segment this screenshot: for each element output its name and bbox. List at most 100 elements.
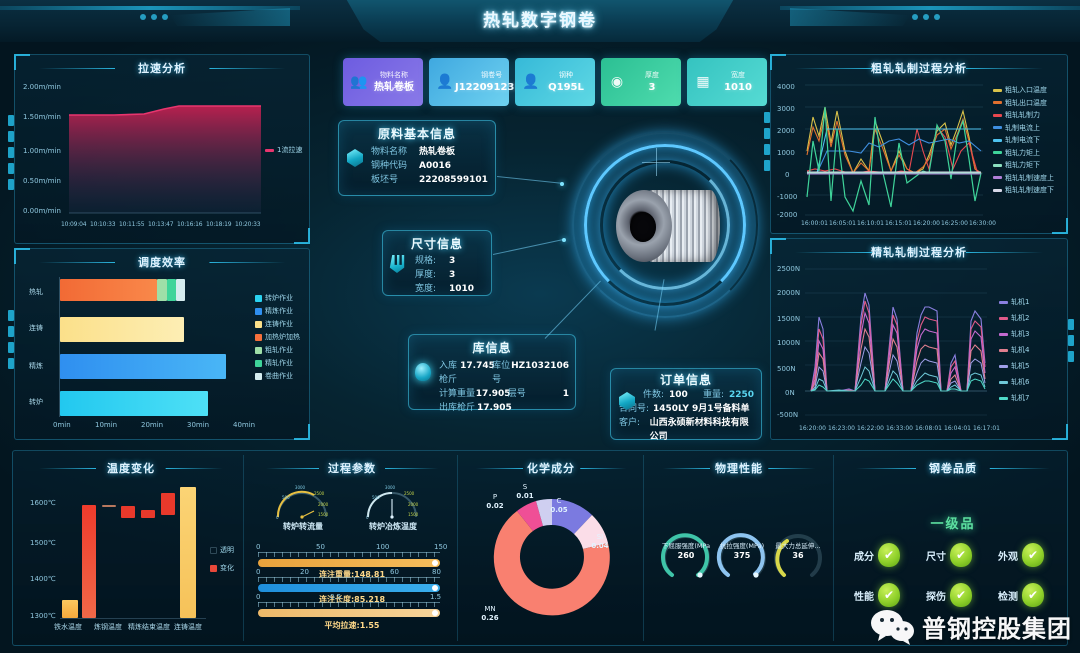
- quality-item-appearance[interactable]: 外观 ✔: [998, 543, 1044, 567]
- legend-item[interactable]: 轧机1: [999, 297, 1029, 307]
- raw-material-title: 原料基本信息: [377, 127, 456, 141]
- bar-segment[interactable]: [60, 279, 157, 301]
- customer-value: 山西永硕新材料科技有限公司: [649, 418, 749, 442]
- stat-card[interactable]: ▦ 宽度 1010: [687, 58, 767, 106]
- row-key: 宽度:: [415, 284, 437, 294]
- legend-item[interactable]: 卷曲作业: [255, 371, 300, 381]
- quality-grade: 一级品: [930, 517, 976, 532]
- bar-segment[interactable]: [176, 279, 185, 301]
- legend-item[interactable]: 加热炉加热: [255, 332, 300, 342]
- page-title: 热轧数字钢卷: [483, 11, 597, 31]
- x-tick: 16:30:00: [969, 220, 996, 227]
- stat-card-value: Q195L: [548, 82, 584, 93]
- physical-performance-panel: 物理性能 下屈服强度(MPa 260 抗拉强度(MPa) 375 最大力总延伸.…: [648, 455, 830, 641]
- legend-item[interactable]: 轧机3: [999, 329, 1029, 339]
- bar-segment[interactable]: [60, 354, 226, 379]
- legend-item[interactable]: 粗轧轧制力: [993, 110, 1054, 120]
- quality-item-performance[interactable]: 性能 ✔: [854, 583, 900, 607]
- stat-card[interactable]: ◉ 厚度 3: [601, 58, 681, 106]
- waterfall-bar[interactable]: [102, 505, 116, 507]
- quality-item-size[interactable]: 尺寸 ✔: [926, 543, 972, 567]
- stat-card[interactable]: 👤 钢卷号 J1220912320: [429, 58, 528, 106]
- waterfall-bar[interactable]: [141, 510, 155, 518]
- waterfall-bar[interactable]: [121, 506, 135, 518]
- customer-label: 客户:: [619, 418, 641, 428]
- legend-item[interactable]: 粗轧作业: [255, 345, 300, 355]
- legend-item[interactable]: 精轧作业: [255, 358, 300, 368]
- waterfall-bar[interactable]: [161, 493, 175, 515]
- dispatch-legend: 转炉作业 精炼作业 连铸作业 加热炉加热 粗轧作业 精轧作业 卷曲作业: [255, 293, 300, 381]
- quality-item-flaw[interactable]: 探伤 ✔: [926, 583, 972, 607]
- x-tick: 10:18:19: [206, 221, 232, 228]
- order-count-row: 件数: 100 重量: 2250: [637, 388, 761, 402]
- inventory-row: 入库枪斤 17.745 库位号 HZ1032106: [433, 359, 575, 387]
- bar-category: 精炼结束温度: [128, 623, 170, 631]
- legend-label: 粗轧力矩上: [1005, 148, 1040, 157]
- legend-item[interactable]: 变化: [210, 563, 234, 573]
- legend-item[interactable]: 精炼作业: [255, 306, 300, 316]
- quality-title: 钢卷品质: [838, 460, 1068, 476]
- svg-text:3000: 3000: [295, 485, 306, 490]
- legend-item[interactable]: 粗轧出口温度: [993, 98, 1054, 108]
- legend-label: 轧制电流下: [1005, 136, 1040, 144]
- legend-item[interactable]: 粗轧入口温度: [993, 85, 1054, 95]
- legend-item[interactable]: 转炉作业: [255, 293, 300, 303]
- bar-category: 连铸: [29, 324, 43, 332]
- inventory-panel: 库信息 入库枪斤 17.745 库位号 HZ1032106 计算重量 17.90…: [408, 334, 576, 413]
- waterfall-bar[interactable]: [82, 505, 96, 618]
- legend-item[interactable]: 连铸作业: [255, 319, 300, 329]
- slider-caption: 平均拉速:1.55: [324, 621, 380, 630]
- bar-segment[interactable]: [167, 279, 176, 301]
- slider-weight[interactable]: [258, 559, 440, 567]
- stat-card[interactable]: 👥 物料名称 热轧卷板: [343, 58, 423, 106]
- panel-side-ticks: [1068, 319, 1074, 362]
- legend-item[interactable]: 轧机7: [999, 393, 1029, 403]
- panel-side-ticks: [8, 309, 14, 369]
- legend-item[interactable]: 粗轧轧制速度上: [993, 173, 1054, 183]
- inventory-row: 出库枪斤 17.905: [433, 401, 575, 415]
- y-tick: 0N: [785, 389, 795, 397]
- x-tick: 10min: [95, 421, 118, 429]
- group-icon: 👥: [350, 74, 368, 90]
- legend-item[interactable]: 轧制电流上: [993, 123, 1054, 133]
- quality-item-label: 性能: [854, 591, 874, 603]
- waterfall-bar[interactable]: [62, 600, 78, 618]
- donut-label-mn: MN 0.26: [481, 605, 499, 622]
- y-tick: 2000N: [777, 289, 801, 297]
- quality-item-inspection[interactable]: 检测 ✔: [998, 583, 1044, 607]
- check-icon: ✔: [1022, 543, 1044, 567]
- coil-body: [616, 190, 720, 262]
- y-tick: 500N: [777, 365, 796, 373]
- bar-segment[interactable]: [60, 317, 184, 342]
- stat-card[interactable]: 👤 钢种 Q195L: [515, 58, 595, 106]
- slider-length[interactable]: [258, 584, 440, 592]
- legend-item[interactable]: 轧机2: [999, 313, 1029, 323]
- legend-item[interactable]: 轧机5: [999, 361, 1029, 371]
- legend-item[interactable]: 轧机6: [999, 377, 1029, 387]
- row-value: 热轧卷板: [419, 147, 456, 157]
- legend-item[interactable]: 粗轧轧制速度下: [993, 185, 1054, 195]
- legend-item[interactable]: 粗轧力矩上: [993, 148, 1054, 158]
- legend-item[interactable]: 透明: [210, 545, 234, 555]
- stat-card-label: 物料名称: [380, 71, 408, 79]
- perf-ring-yield[interactable]: 下屈服强度(MPa 260: [656, 523, 716, 583]
- legend-item[interactable]: 1流拉速: [265, 145, 302, 155]
- perf-ring-tensile[interactable]: 抗拉强度(MPa) 375: [712, 523, 772, 583]
- row-value2: HZ1032106: [511, 361, 569, 371]
- legend-item[interactable]: 粗轧力矩下: [993, 160, 1054, 170]
- bar-segment[interactable]: [60, 391, 208, 416]
- bar-category: 转炉: [29, 398, 43, 406]
- perf-ring-elongation[interactable]: 最大力总延伸... 36: [768, 523, 828, 583]
- x-tick: 16:25:00: [941, 220, 968, 227]
- quality-item-label: 尺寸: [926, 551, 946, 563]
- y-tick: -1000: [777, 193, 798, 201]
- waterfall-bar[interactable]: [180, 487, 196, 618]
- x-tick: 10:20:33: [235, 221, 261, 228]
- bar-segment[interactable]: [157, 279, 167, 301]
- legend-item[interactable]: 轧制电流下: [993, 135, 1054, 145]
- order-contract-row: 合同号: 1450LY 9月1号备料单: [613, 402, 761, 416]
- legend-item[interactable]: 轧机4: [999, 345, 1029, 355]
- speed-analysis-title: 拉速分析: [15, 60, 309, 76]
- quality-item-composition[interactable]: 成分 ✔: [854, 543, 900, 567]
- slider-speed[interactable]: [258, 609, 440, 617]
